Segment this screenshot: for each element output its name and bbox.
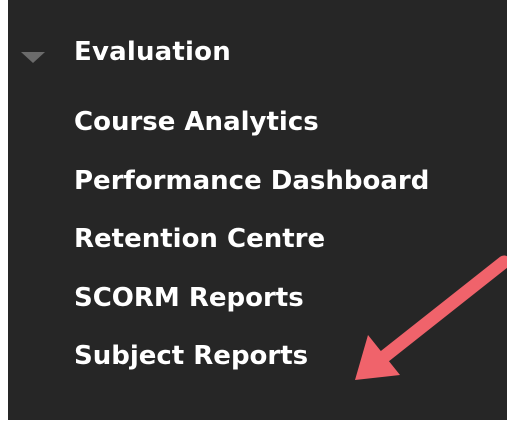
menu-item-subject-reports[interactable]: Subject Reports — [8, 338, 507, 397]
menu-item-course-analytics[interactable]: Course Analytics — [8, 104, 507, 163]
triangle-down-icon[interactable] — [21, 52, 45, 63]
menu-item-scorm-reports[interactable]: SCORM Reports — [8, 280, 507, 339]
menu-item-performance-dashboard[interactable]: Performance Dashboard — [8, 163, 507, 222]
evaluation-menu-list: Course Analytics Performance Dashboard R… — [8, 104, 507, 397]
section-title: Evaluation — [74, 37, 231, 67]
evaluation-section-header[interactable]: Evaluation — [8, 32, 507, 80]
menu-item-retention-centre[interactable]: Retention Centre — [8, 221, 507, 280]
screenshot-frame: Evaluation Course Analytics Performance … — [0, 0, 507, 428]
course-menu-panel: Evaluation Course Analytics Performance … — [8, 0, 507, 420]
